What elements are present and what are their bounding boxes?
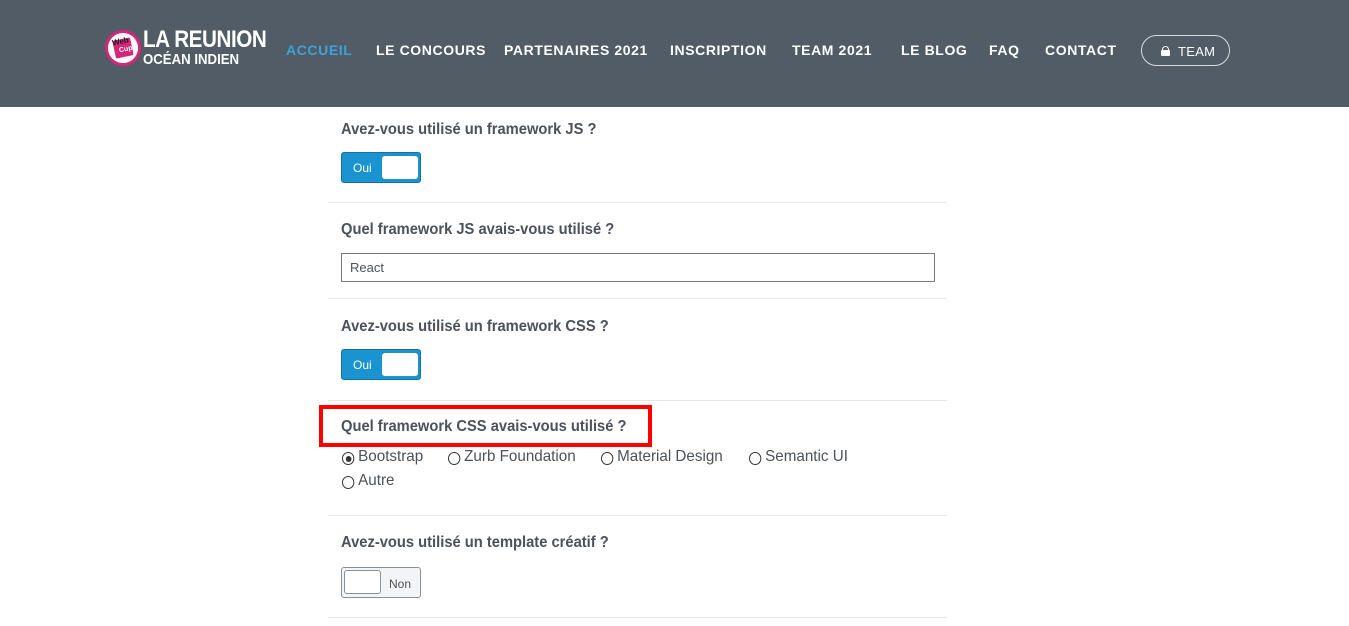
nav-item-inscription[interactable]: INSCRIPTION [670,42,767,58]
nav-item-partenaires[interactable]: PARTENAIRES 2021 [504,42,648,58]
question-template: Avez-vous utilisé un template créatif ? … [328,516,947,618]
nav-item-le-concours[interactable]: LE CONCOURS [376,42,486,58]
lock-icon [1161,46,1170,56]
js-used-toggle[interactable]: Oui [341,152,421,183]
highlight-box [319,405,652,447]
radio-label: Autre [358,472,395,489]
toggle-label: Oui [353,358,372,372]
navbar: Web Cup LA REUNION OCÉAN INDIEN ACCUEIL … [0,0,1349,107]
toggle-knob [382,353,418,376]
toggle-knob [344,570,381,594]
toggle-knob [382,156,418,179]
webcup-badge-icon: Web Cup [105,30,141,66]
radio-label: Material Design [617,448,723,465]
question-js-which: Quel framework JS avais-vous utilisé ? [328,203,947,299]
radio-label: Zurb Foundation [464,448,576,465]
js-framework-input[interactable] [341,253,935,282]
logo-title: LA REUNION [143,26,267,53]
question-css-used: Avez-vous utilisé un framework CSS ? Oui [328,299,947,401]
nav-item-faq[interactable]: FAQ [989,42,1020,58]
team-login-button[interactable]: TEAM [1141,35,1230,66]
team-button-label: TEAM [1178,44,1216,59]
radio-unchecked-icon [342,476,355,489]
question-label: Quel framework JS avais-vous utilisé ? [341,221,615,238]
nav-item-accueil[interactable]: ACCUEIL [286,42,352,58]
nav-item-contact[interactable]: CONTACT [1045,42,1117,58]
question-js-used: Avez-vous utilisé un framework JS ? Oui [328,107,947,203]
radio-unchecked-icon [601,452,614,465]
question-label: Avez-vous utilisé un template créatif ? [341,534,609,551]
question-label: Avez-vous utilisé un framework CSS ? [341,318,609,335]
template-toggle[interactable]: Non [341,567,421,598]
radio-unchecked-icon [448,452,461,465]
toggle-label: Oui [353,161,372,175]
css-used-toggle[interactable]: Oui [341,349,421,380]
nav-item-le-blog[interactable]: LE BLOG [901,42,967,58]
radio-unchecked-icon [749,452,762,465]
logo-subtitle: OCÉAN INDIEN [143,51,240,68]
nav-item-team-2021[interactable]: TEAM 2021 [792,42,872,58]
radio-label: Semantic UI [765,448,848,465]
toggle-label: Non [389,577,412,591]
radio-checked-icon [342,452,355,465]
site-logo[interactable]: Web Cup LA REUNION OCÉAN INDIEN [105,28,267,70]
radio-label: Bootstrap [358,448,424,465]
question-label: Avez-vous utilisé un framework JS ? [341,121,597,138]
